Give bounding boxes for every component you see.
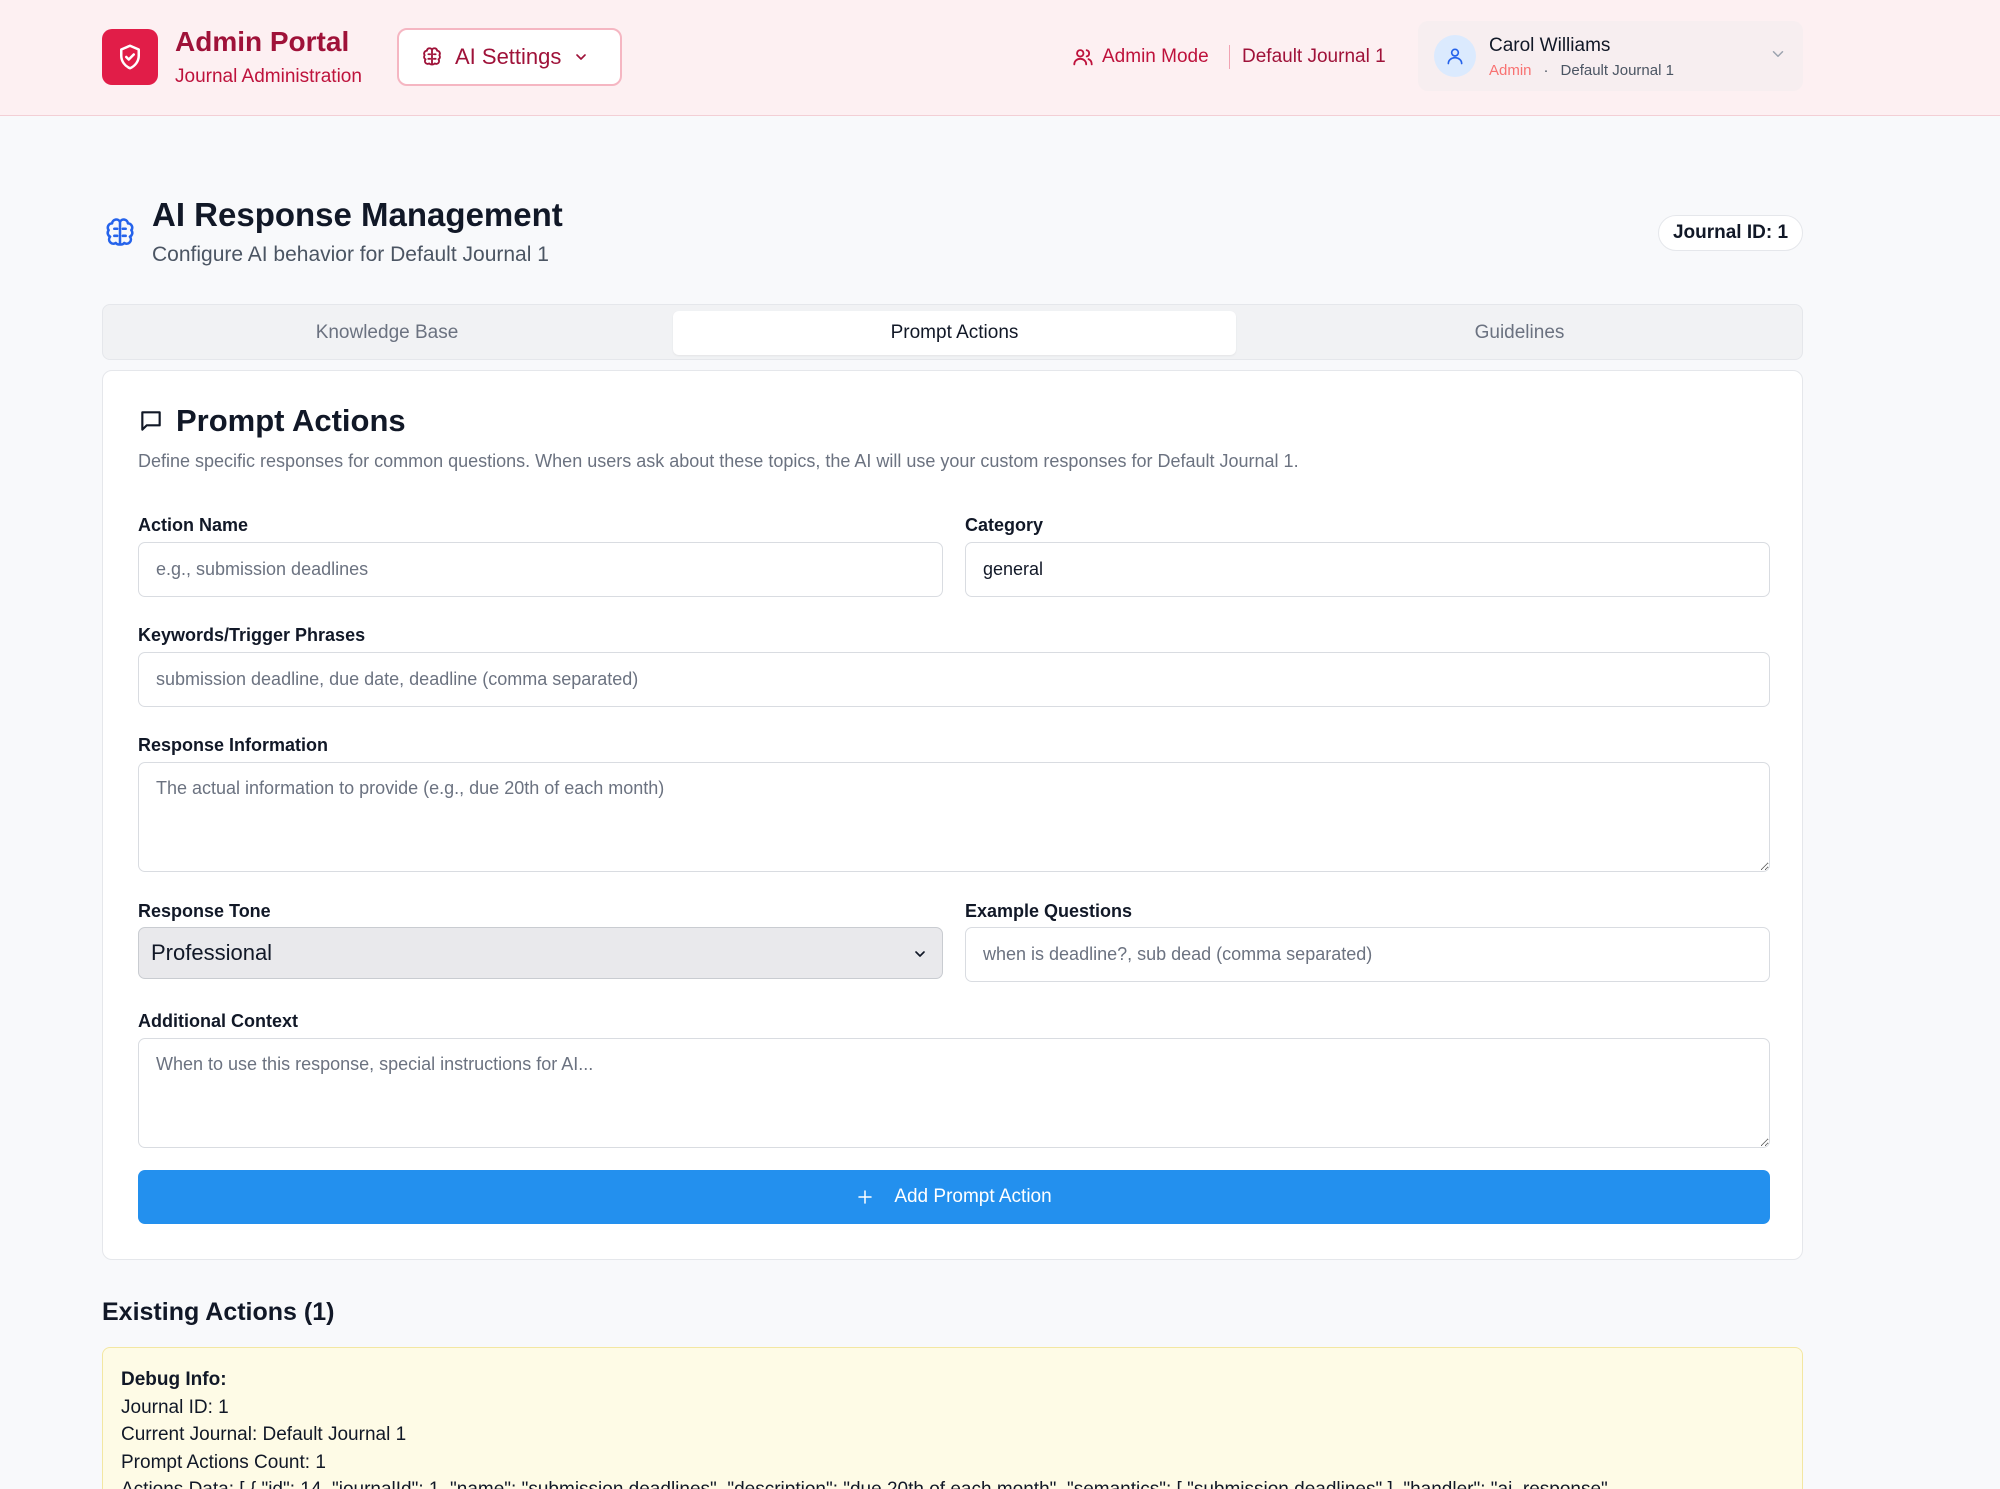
ai-settings-button[interactable]: AI Settings (397, 28, 622, 86)
additional-context-label: Additional Context (138, 1011, 298, 1031)
journal-id-badge: Journal ID: 1 (1658, 215, 1803, 251)
debug-actions-data: Actions Data: [ { "id": 14, "journalId":… (121, 1476, 1784, 1489)
response-tone-value: Professional (151, 940, 273, 965)
category-label: Category (965, 515, 1044, 535)
ai-settings-label: AI Settings (455, 44, 562, 69)
message-square-icon (141, 411, 161, 431)
users-icon (1073, 49, 1093, 66)
tab-bar: Knowledge Base Prompt Actions Guidelines (102, 304, 1803, 360)
admin-mode-label: Admin Mode (1102, 46, 1209, 67)
example-questions-label: Example Questions (965, 901, 1133, 921)
top-header: Admin Portal Journal Administration AI S… (0, 0, 2000, 116)
shield-check-icon (120, 44, 140, 70)
debug-current-journal: Current Journal: Default Journal 1 (121, 1424, 407, 1445)
chevron-down-icon (1772, 51, 1784, 57)
brand-title: Admin Portal (175, 26, 350, 57)
response-info-textarea[interactable] (138, 762, 1770, 872)
additional-context-textarea[interactable] (138, 1038, 1770, 1148)
chevron-down-icon (915, 951, 925, 957)
logo (102, 29, 158, 85)
debug-actions-count: Prompt Actions Count: 1 (121, 1451, 326, 1473)
avatar (1434, 35, 1476, 77)
brain-icon (423, 47, 441, 66)
header-divider (1229, 45, 1230, 69)
debug-heading: Debug Info: (121, 1369, 227, 1390)
page-title: AI Response Management (152, 196, 563, 233)
response-tone-select[interactable]: Professional (138, 927, 943, 979)
chevron-down-icon (576, 54, 587, 60)
meta-separator: · (1543, 62, 1549, 79)
page-subtitle: Configure AI behavior for Default Journa… (152, 243, 549, 266)
example-questions-input[interactable] (965, 927, 1770, 982)
prompt-actions-card: Prompt Actions Define specific responses… (102, 370, 1803, 1260)
response-info-label: Response Information (138, 735, 329, 755)
keywords-label: Keywords/Trigger Phrases (138, 625, 366, 645)
debug-info-panel: Debug Info: Journal ID: 1 Current Journa… (102, 1347, 1803, 1489)
tab-prompt-actions[interactable]: Prompt Actions (673, 311, 1236, 355)
user-name: Carol Williams (1489, 35, 1611, 56)
add-prompt-action-label: Add Prompt Action (894, 1186, 1052, 1207)
plus-icon (858, 1190, 873, 1204)
card-title: Prompt Actions (176, 403, 406, 438)
user-icon (1447, 48, 1463, 65)
user-role: Admin (1489, 62, 1532, 79)
user-meta: Admin · Default Journal 1 (1489, 62, 1674, 79)
tab-knowledge-base[interactable]: Knowledge Base (109, 311, 665, 355)
existing-actions-title: Existing Actions (1) (102, 1298, 335, 1326)
debug-journal-id: Journal ID: 1 (121, 1396, 229, 1418)
response-tone-label: Response Tone (138, 901, 271, 921)
action-name-label: Action Name (138, 515, 249, 535)
tab-guidelines[interactable]: Guidelines (1241, 311, 1798, 355)
action-name-input[interactable] (138, 542, 943, 597)
category-input[interactable] (965, 542, 1770, 597)
add-prompt-action-button[interactable]: Add Prompt Action (138, 1170, 1770, 1224)
admin-mode-indicator: Admin Mode (1072, 46, 1209, 68)
current-journal-label: Default Journal 1 (1242, 46, 1386, 67)
keywords-input[interactable] (138, 652, 1770, 707)
brand-subtitle: Journal Administration (175, 66, 362, 87)
card-description: Define specific responses for common que… (138, 451, 1299, 471)
user-journal: Default Journal 1 (1560, 62, 1674, 79)
brain-icon (106, 218, 134, 246)
user-menu[interactable]: Carol Williams Admin · Default Journal 1 (1418, 21, 1803, 91)
